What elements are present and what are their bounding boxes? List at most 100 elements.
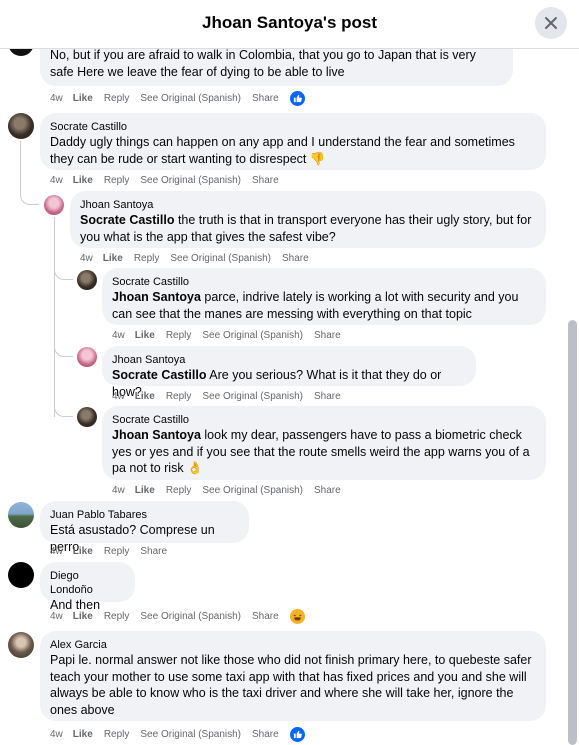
avatar[interactable] xyxy=(8,502,34,528)
comment-author[interactable]: Alex Garcia xyxy=(50,638,534,652)
share-button[interactable]: Share xyxy=(252,93,279,104)
comment-actions: 4w Like Reply See Original (Spanish) Sha… xyxy=(50,608,316,624)
share-button[interactable]: Share xyxy=(282,253,309,264)
timestamp[interactable]: 4w xyxy=(112,391,125,402)
thread-connector xyxy=(20,190,39,205)
comment-actions: 4w Like Reply See Original (Spanish) Sha… xyxy=(80,250,320,266)
avatar[interactable] xyxy=(8,632,34,658)
reply-button[interactable]: Reply xyxy=(166,330,192,341)
comment-text: Jhoan Santoya parce, indrive lately is w… xyxy=(112,290,519,321)
avatar[interactable] xyxy=(77,347,97,367)
comment-bubble: Socrate Castillo Jhoan Santoya parce, in… xyxy=(102,268,546,325)
comments-feed: No, but if you are afraid to walk in Col… xyxy=(0,0,579,745)
like-button[interactable]: Like xyxy=(135,485,155,496)
see-original-button[interactable]: See Original (Spanish) xyxy=(202,485,303,496)
avatar[interactable] xyxy=(8,562,34,588)
thread-connector xyxy=(54,402,73,417)
comment-text: Papi le. normal answer not like those wh… xyxy=(50,653,532,717)
comment-author[interactable]: Socrate Castillo xyxy=(50,120,534,134)
timestamp[interactable]: 4w xyxy=(80,253,93,264)
share-button[interactable]: Share xyxy=(252,175,279,186)
like-button[interactable]: Like xyxy=(73,546,93,557)
comment-text: Socrate Castillo the truth is that in tr… xyxy=(80,213,532,244)
mention-link[interactable]: Socrate Castillo xyxy=(112,368,206,382)
avatar[interactable] xyxy=(77,270,97,290)
share-button[interactable]: Share xyxy=(314,485,341,496)
comment-text: Daddy ugly things can happen on any app … xyxy=(50,135,515,166)
timestamp[interactable]: 4w xyxy=(112,485,125,496)
share-button[interactable]: Share xyxy=(252,611,279,622)
scrollbar-thumb[interactable] xyxy=(568,320,577,745)
comment-actions: 4w Like Reply See Original (Spanish) Sha… xyxy=(112,327,352,343)
timestamp[interactable]: 4w xyxy=(50,546,63,557)
comment-author[interactable]: Jhoan Santoya xyxy=(112,353,464,367)
reply-button[interactable]: Reply xyxy=(104,729,130,740)
like-button[interactable]: Like xyxy=(73,93,93,104)
reply-button[interactable]: Reply xyxy=(134,253,160,264)
share-button[interactable]: Share xyxy=(314,330,341,341)
see-original-button[interactable]: See Original (Spanish) xyxy=(202,330,303,341)
comment-author[interactable]: Juan Pablo Tabares xyxy=(50,508,237,522)
reply-button[interactable]: Reply xyxy=(166,485,192,496)
mention-link[interactable]: Jhoan Santoya xyxy=(112,428,201,442)
like-button[interactable]: Like xyxy=(103,253,123,264)
avatar[interactable] xyxy=(8,113,34,139)
like-button[interactable]: Like xyxy=(135,391,155,402)
timestamp[interactable]: 4w xyxy=(50,93,63,104)
timestamp[interactable]: 4w xyxy=(50,175,63,186)
reply-button[interactable]: Reply xyxy=(104,93,130,104)
comment-actions: 4w Like Reply Share xyxy=(50,543,178,559)
share-button[interactable]: Share xyxy=(314,391,341,402)
see-original-button[interactable]: See Original (Spanish) xyxy=(140,93,241,104)
timestamp[interactable]: 4w xyxy=(50,729,63,740)
comment-text: Jhoan Santoya look my dear, passengers h… xyxy=(112,428,530,475)
reply-button[interactable]: Reply xyxy=(166,391,192,402)
post-header: Jhoan Santoya's post xyxy=(0,0,579,49)
comment-bubble: Alex Garcia Papi le. normal answer not l… xyxy=(40,631,546,721)
page-title: Jhoan Santoya's post xyxy=(201,13,378,32)
comment-author[interactable]: Socrate Castillo xyxy=(112,413,534,427)
mention-link[interactable]: Socrate Castillo xyxy=(80,213,174,227)
comment-author[interactable]: Socrate Castillo xyxy=(112,275,534,289)
see-original-button[interactable]: See Original (Spanish) xyxy=(140,611,241,622)
comment-actions: 4w Like Reply See Original (Spanish) Sha… xyxy=(112,482,352,498)
mention-link[interactable]: Jhoan Santoya xyxy=(112,290,201,304)
see-original-button[interactable]: See Original (Spanish) xyxy=(202,391,303,402)
share-button[interactable]: Share xyxy=(140,546,167,557)
comment-author[interactable]: Diego Londoño xyxy=(50,569,123,597)
thread-connector xyxy=(54,342,73,357)
share-button[interactable]: Share xyxy=(252,729,279,740)
see-original-button[interactable]: See Original (Spanish) xyxy=(140,175,241,186)
like-reaction-icon[interactable] xyxy=(289,90,305,106)
reply-button[interactable]: Reply xyxy=(104,546,130,557)
comment-bubble: Diego Londoño And then xyxy=(40,562,135,612)
like-button[interactable]: Like xyxy=(73,729,93,740)
thread-line xyxy=(54,217,55,417)
avatar[interactable] xyxy=(77,407,97,427)
like-button[interactable]: Like xyxy=(73,611,93,622)
like-button[interactable]: Like xyxy=(73,175,93,186)
timestamp[interactable]: 4w xyxy=(112,330,125,341)
avatar[interactable] xyxy=(44,195,64,215)
like-reaction-icon[interactable] xyxy=(289,726,305,742)
comment-bubble: Socrate Castillo Jhoan Santoya look my d… xyxy=(102,406,546,480)
like-button[interactable]: Like xyxy=(135,330,155,341)
haha-reaction-icon[interactable] xyxy=(289,608,305,624)
see-original-button[interactable]: See Original (Spanish) xyxy=(170,253,271,264)
comment-bubble: Socrate Castillo Daddy ugly things can h… xyxy=(40,113,546,170)
timestamp[interactable]: 4w xyxy=(50,611,63,622)
comment-author[interactable]: Jhoan Santoya xyxy=(80,198,534,212)
close-icon xyxy=(545,17,557,29)
reply-button[interactable]: Reply xyxy=(104,175,130,186)
comment-bubble: Jhoan Santoya Socrate Castillo Are you s… xyxy=(102,346,476,399)
comment-bubble: Jhoan Santoya Socrate Castillo the truth… xyxy=(70,191,546,248)
comment-actions: 4w Like Reply See Original (Spanish) Sha… xyxy=(50,172,290,188)
close-button[interactable] xyxy=(535,7,567,39)
see-original-button[interactable]: See Original (Spanish) xyxy=(140,729,241,740)
reply-button[interactable]: Reply xyxy=(104,611,130,622)
thread-connector xyxy=(54,265,73,280)
comment-text: No, but if you are afraid to walk in Col… xyxy=(50,48,476,79)
comment-actions: 4w Like Reply See Original (Spanish) Sha… xyxy=(50,726,316,742)
comment-bubble: Juan Pablo Tabares Está asustado? Compre… xyxy=(40,501,249,554)
comment-actions: 4w Like Reply See Original (Spanish) Sha… xyxy=(112,388,352,404)
